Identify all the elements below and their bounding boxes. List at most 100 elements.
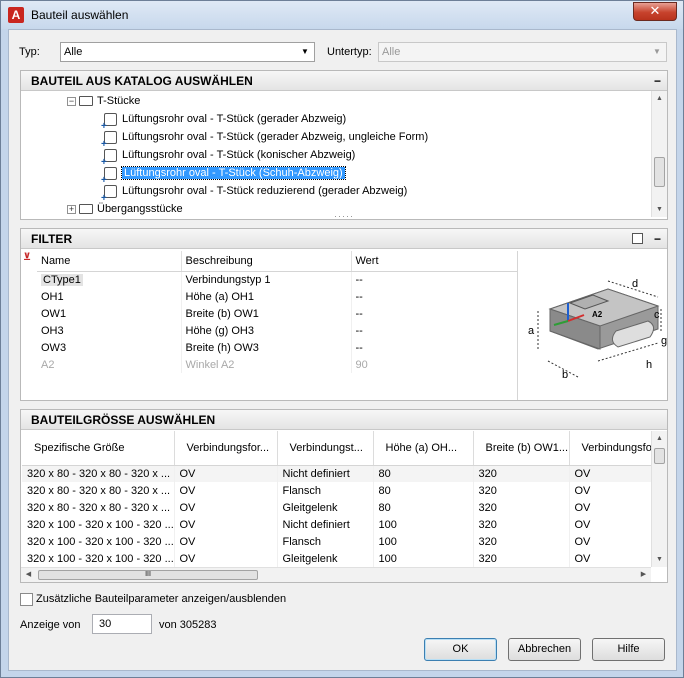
size-grid-viewport: Spezifische Größe Verbindungsfor... Verb… <box>22 431 652 567</box>
filter-value[interactable]: -- <box>351 271 518 288</box>
filter-desc: Breite (h) OW3 <box>181 339 352 356</box>
dialog-window: A Bauteil auswählen ✕ Typ: Alle ▼ Untert… <box>0 0 684 678</box>
scroll-thumb[interactable] <box>654 448 665 464</box>
tree-item-part[interactable]: Lüftungsrohr oval - T-Stück (konischer A… <box>101 146 355 172</box>
collapse-icon[interactable]: − <box>654 229 661 249</box>
part-icon <box>101 184 117 208</box>
title-bar[interactable]: A Bauteil auswählen ✕ <box>1 1 683 29</box>
dim-a: a <box>528 325 535 337</box>
filter-row[interactable]: OW1 Breite (b) OW1 -- <box>37 305 518 322</box>
filter-row[interactable]: OH3 Höhe (g) OH3 -- <box>37 322 518 339</box>
column-header[interactable]: Höhe (a) OH... <box>373 431 474 466</box>
scroll-left-icon[interactable]: ◀ <box>21 568 36 582</box>
scroll-down-icon[interactable]: ▼ <box>652 202 667 217</box>
tree-item-part[interactable]: Lüftungsrohr oval - T-Stück (gerader Abz… <box>101 128 428 154</box>
ok-button[interactable]: OK <box>424 638 497 661</box>
column-header-wert[interactable]: Wert <box>351 251 518 272</box>
table-cell: Nicht definiert <box>277 465 374 482</box>
filter-value[interactable]: -- <box>351 305 518 322</box>
table-cell: 100 <box>373 516 474 533</box>
untertyp-dropdown[interactable]: Alle ▼ <box>378 42 667 62</box>
scroll-down-icon[interactable]: ▼ <box>652 552 667 567</box>
catalog-vertical-scrollbar[interactable]: ▲ ▼ <box>651 91 667 217</box>
tree-item-label: Lüftungsrohr oval - T-Stück (Schuh-Abzwe… <box>121 166 346 180</box>
table-cell: OV <box>174 533 278 550</box>
typ-dropdown[interactable]: Alle ▼ <box>60 42 315 62</box>
table-row[interactable]: 320 x 100 - 320 x 100 - 320 ... OV Nicht d… <box>22 516 652 533</box>
table-cell: 320 <box>473 533 570 550</box>
help-button[interactable]: Hilfe <box>592 638 665 661</box>
typ-label: Typ: <box>19 46 40 58</box>
tree-item-part[interactable]: Lüftungsrohr oval - T-Stück (gerader Abz… <box>101 110 347 136</box>
filter-value[interactable]: -- <box>351 288 518 305</box>
filter-name: OH3 <box>37 322 182 339</box>
tree-item-part[interactable]: Lüftungsrohr oval - T-Stück reduzierend … <box>101 182 407 208</box>
table-cell: 320 <box>473 550 570 567</box>
clear-filter-icon[interactable]: ⊻ <box>23 252 31 263</box>
filter-name: CType1 <box>41 273 83 286</box>
collapse-icon[interactable]: − <box>654 71 661 91</box>
table-row[interactable]: 320 x 80 - 320 x 80 - 320 x ... OV Flansch… <box>22 482 652 499</box>
chevron-down-icon: ▼ <box>653 47 661 56</box>
size-header: BAUTEILGRÖSSE AUSWÄHLEN <box>21 410 667 430</box>
filter-row[interactable]: OW3 Breite (h) OW3 -- <box>37 339 518 356</box>
filter-row-disabled: A2 Winkel A2 90 <box>37 356 518 373</box>
tree-item-part-selected[interactable]: Lüftungsrohr oval - T-Stück (Schuh-Abzwe… <box>101 164 346 190</box>
table-cell: 320 x 100 - 320 x 100 - 320 ... <box>22 533 175 550</box>
column-header[interactable]: Breite (b) OW1... <box>473 431 570 466</box>
column-header-name[interactable]: Name <box>37 251 182 272</box>
filter-desc: Höhe (g) OH3 <box>181 322 352 339</box>
scroll-thumb[interactable] <box>654 157 665 187</box>
dim-b: b <box>562 369 568 381</box>
dim-d: d <box>632 278 638 290</box>
table-cell: OV <box>174 516 278 533</box>
collapse-node-icon[interactable]: − <box>67 96 76 106</box>
close-button[interactable]: ✕ <box>633 2 677 21</box>
filter-row[interactable]: CType1 Verbindungstyp 1 -- <box>37 271 518 288</box>
table-cell: 320 x 80 - 320 x 80 - 320 x ... <box>22 465 175 482</box>
filter-row[interactable]: OH1 Höhe (a) OH1 -- <box>37 288 518 305</box>
scroll-up-icon[interactable]: ▲ <box>652 91 667 106</box>
toggle-params-label[interactable]: Zusätzliche Bauteilparameter anzeigen/au… <box>36 593 286 605</box>
part-icon <box>101 112 117 136</box>
filter-name: OW1 <box>37 305 182 322</box>
cancel-button[interactable]: Abbrechen <box>508 638 581 661</box>
table-row[interactable]: 320 x 80 - 320 x 80 - 320 x ... OV Gleitge… <box>22 499 652 516</box>
filter-header-row: Name Beschreibung Wert <box>37 251 518 272</box>
scroll-thumb[interactable]: III <box>38 570 258 580</box>
size-vertical-scrollbar[interactable]: ▲ ▼ <box>651 431 667 567</box>
table-row[interactable]: 320 x 100 - 320 x 100 - 320 ... OV Flansch… <box>22 533 652 550</box>
anzeige-input[interactable]: 30 <box>92 614 152 634</box>
expand-node-icon[interactable]: + <box>67 204 76 214</box>
column-header[interactable]: Spezifische Größe <box>22 431 175 466</box>
scroll-up-icon[interactable]: ▲ <box>652 431 667 446</box>
column-header-beschreibung[interactable]: Beschreibung <box>181 251 352 272</box>
tree-item-label: Lüftungsrohr oval - T-Stück (gerader Abz… <box>122 113 347 125</box>
scroll-right-icon[interactable]: ▶ <box>636 568 651 582</box>
tree-item-t-stuecke[interactable]: − T-Stücke <box>67 92 140 110</box>
table-cell: OV <box>174 465 278 482</box>
part-icon <box>101 148 117 172</box>
table-row[interactable]: 320 x 100 - 320 x 100 - 320 ... OV Gleitge… <box>22 550 652 567</box>
maximize-icon[interactable] <box>632 233 643 244</box>
tree-item-uebergangsstuecke[interactable]: + Übergangsstücke <box>67 200 183 218</box>
splitter-grip[interactable]: ····· <box>334 211 354 221</box>
size-panel: BAUTEILGRÖSSE AUSWÄHLEN Spezifische Größ… <box>20 409 668 583</box>
column-header[interactable]: Verbindungsfor... <box>174 431 278 466</box>
catalog-panel: BAUTEIL AUS KATALOG AUSWÄHLEN − − T-Stück… <box>20 70 668 221</box>
table-row[interactable]: 320 x 80 - 320 x 80 - 320 x ... OV Nicht d… <box>22 465 652 482</box>
filter-name: OW3 <box>37 339 182 356</box>
filter-name: OH1 <box>37 288 182 305</box>
size-horizontal-scrollbar[interactable]: ◀ III ▶ <box>21 567 651 582</box>
folder-icon <box>79 204 93 215</box>
filter-header: FILTER − <box>21 229 667 249</box>
filter-value[interactable]: -- <box>351 322 518 339</box>
column-header[interactable]: Verbindungst... <box>277 431 374 466</box>
toggle-params-checkbox[interactable] <box>20 593 33 606</box>
table-cell: 80 <box>373 482 474 499</box>
column-header[interactable]: Verbindungsfor <box>569 431 652 466</box>
filter-value[interactable]: -- <box>351 339 518 356</box>
untertyp-value: Alle <box>382 46 401 58</box>
size-header-title: BAUTEILGRÖSSE AUSWÄHLEN <box>31 413 216 427</box>
table-cell: Flansch <box>277 482 374 499</box>
